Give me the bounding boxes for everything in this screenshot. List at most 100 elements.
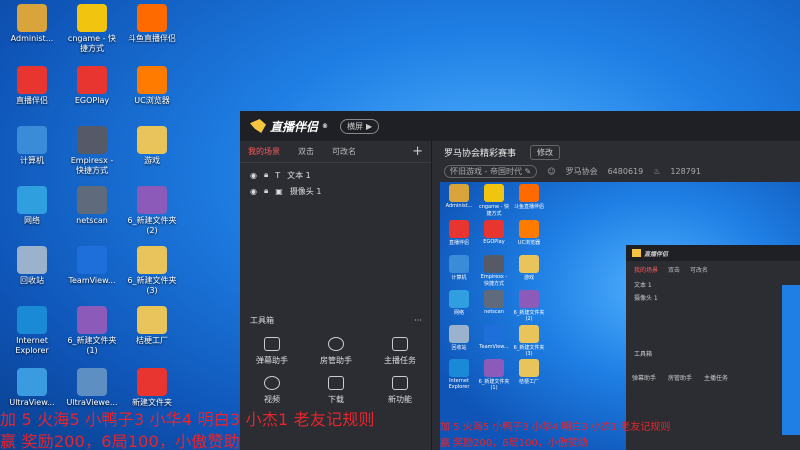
source-item-text[interactable]: ◉ 🔒︎ T 文本 1 [240,167,431,183]
folder-icon [137,126,167,154]
folder-icon [519,255,539,273]
desktop-icon-label: Internet Explorer [15,336,49,355]
app-title: 直播伴侣 [270,119,319,134]
tab-rename[interactable]: 可改名 [332,146,356,157]
more-icon[interactable]: ··· [414,316,422,325]
logo-icon [632,249,641,257]
desktop-icon[interactable]: UltraView... [2,368,62,408]
desktop-icon-label: cngame - 快 捷方式 [67,34,117,53]
desktop-icon[interactable]: 新建文件夹 [122,368,182,408]
helmet-icon [484,255,504,273]
desktop-icon[interactable]: TeamView... [62,246,122,286]
mini-desktop-icon: EGOPlay [476,220,512,245]
tool-admin[interactable]: 房管助手 [304,337,368,366]
danmaku-icon [264,337,280,351]
tab-my-scene[interactable]: 我的场景 [248,146,280,157]
folder-user-icon [17,4,47,32]
eye-icon[interactable]: ◉ [250,187,257,196]
desktop-icon[interactable]: 直播伴侣 [2,66,62,106]
douyu-icon [519,184,539,202]
tab-double-click[interactable]: 双击 [298,146,314,157]
desktop-icon[interactable]: EGOPlay [62,66,122,106]
helmet-icon [77,126,107,154]
desktop-icon[interactable]: 计算机 [2,126,62,166]
eye-icon[interactable]: ◉ [250,171,257,180]
room-id: 6480619 [607,166,644,176]
lock-icon[interactable]: 🔒︎ [264,186,268,196]
heat-value: 128791 [670,166,701,176]
mini-desktop-icon: Internet Explorer [441,359,477,390]
play-circle-icon: ▶ [366,121,373,131]
mini-desktop-icon: 游戏 [511,255,547,281]
desktop-icon-label: netscan [76,216,108,225]
desktop-icon[interactable]: 桔梗工厂 [122,306,182,346]
broadcast-icon [17,66,47,94]
desktop-icon[interactable]: Empiresx - 快捷方式 [62,126,122,176]
desktop: Administ... cngame - 快 捷方式 斗鱼直播伴侣直播伴侣 EGOPl… [0,0,240,450]
desktop-icon-label: 桔梗工厂 [136,336,168,345]
desktop-icon[interactable]: UC浏览器 [122,66,182,106]
mini-desktop-icon: 桔梗工厂 [511,359,547,385]
tool-download[interactable]: 下载 [304,376,368,405]
overlay-text-line2: 赢 奖励200，6局100，小傲赞助 [0,432,240,450]
overlay-text-line1: 加 5 火海5 小鸭子3 小华4 明白3 小杰1 老友记规则 [0,410,375,429]
mini-desktop-icon: 6_新建文件夹 (1) [476,359,512,391]
desktop-icon-label: Empiresx - 快捷方式 [70,156,114,175]
zip-icon [484,359,504,377]
mini-desktop-icon: Administ... [441,184,477,209]
mini-desktop-icon: netscan [476,290,512,315]
mode-toggle[interactable]: 横屏 ▶ [340,118,380,134]
tool-task[interactable]: 主播任务 [368,337,432,366]
ie-icon [17,306,47,334]
source-name: 摄像头 1 [289,186,322,196]
desktop-icon[interactable]: 游戏 [122,126,182,166]
mini-desktop-icon: 回收站 [441,325,477,351]
video-icon [264,376,280,390]
desktop-icon[interactable]: Administ... [2,4,62,44]
stream-preview[interactable]: 桔梗工厂 6_新建文件夹 (1) Internet Explorer 6_新建文件夹 … [440,182,800,450]
tool-video[interactable]: 视频 [240,376,304,405]
netscan-icon [484,290,504,308]
mini-desktop-icon: 6_新建文件夹 (2) [511,290,547,322]
lock-icon[interactable]: 🔒︎ [264,170,268,180]
egoplay-icon [484,220,504,238]
preview-panel: 罗马协会精彩赛事 修改 怀旧游戏 - 帝国时代 ✎ ☺ 罗马协会 6480619… [432,141,800,450]
toolbox-title: 工具箱 [250,315,274,325]
live-companion-window: 直播伴侣 ® 横屏 ▶ 我的场景 双击 可改名 + ◉ 🔒︎ T 文本 1 ◉ 🔒… [240,111,800,450]
admin-icon [328,337,344,351]
uc-browser-icon [519,220,539,238]
desktop-icon[interactable]: 6_新建文件夹 (3) [122,246,182,296]
desktop-icon[interactable]: 6_新建文件夹 (1) [62,306,122,356]
desktop-icon-label: 网络 [24,216,40,225]
source-item-camera[interactable]: ◉ 🔒︎ ▣ 摄像头 1 [240,183,431,199]
desktop-icon-label: Administ... [10,34,54,43]
pacman-icon [484,184,504,202]
desktop-icon[interactable]: 斗鱼直播伴侣 [122,4,182,44]
desktop-icon[interactable]: cngame - 快 捷方式 [62,4,122,54]
desktop-icon[interactable]: UltraViewe... [62,368,122,408]
douyu-icon [137,4,167,32]
category-badge[interactable]: 怀旧游戏 - 帝国时代 ✎ [444,164,538,178]
tool-danmaku[interactable]: 弹幕助手 [240,337,304,366]
computer-icon [17,126,47,154]
tool-new[interactable]: 新功能 [368,376,432,405]
network-icon [17,186,47,214]
ultraviewer-icon [77,368,107,396]
egoplay-icon [77,66,107,94]
scene-tabs: 我的场景 双击 可改名 + [240,141,431,163]
mini-desktop-icon: 直播伴侣 [441,220,477,246]
desktop-icon-label: 斗鱼直播伴侣 [128,34,176,43]
edit-title-button[interactable]: 修改 [530,144,561,160]
mini-desktop-icon: 网络 [441,290,477,316]
add-scene-button[interactable]: + [412,144,423,159]
recycle-bin-icon [17,246,47,274]
toolbox: 工具箱 ··· 弹幕助手 房管助手 主播任务 视频 下载 新功能 [240,311,432,405]
desktop-icon[interactable]: 6_新建文件夹 (2) [122,186,182,236]
desktop-icon[interactable]: netscan [62,186,122,226]
app-logo: 直播伴侣 ® [250,118,328,135]
host-name: 罗马协会 [565,166,598,176]
desktop-icon[interactable]: Internet Explorer [2,306,62,356]
desktop-icon[interactable]: 网络 [2,186,62,226]
desktop-icon[interactable]: 回收站 [2,246,62,286]
new-icon [392,376,408,390]
